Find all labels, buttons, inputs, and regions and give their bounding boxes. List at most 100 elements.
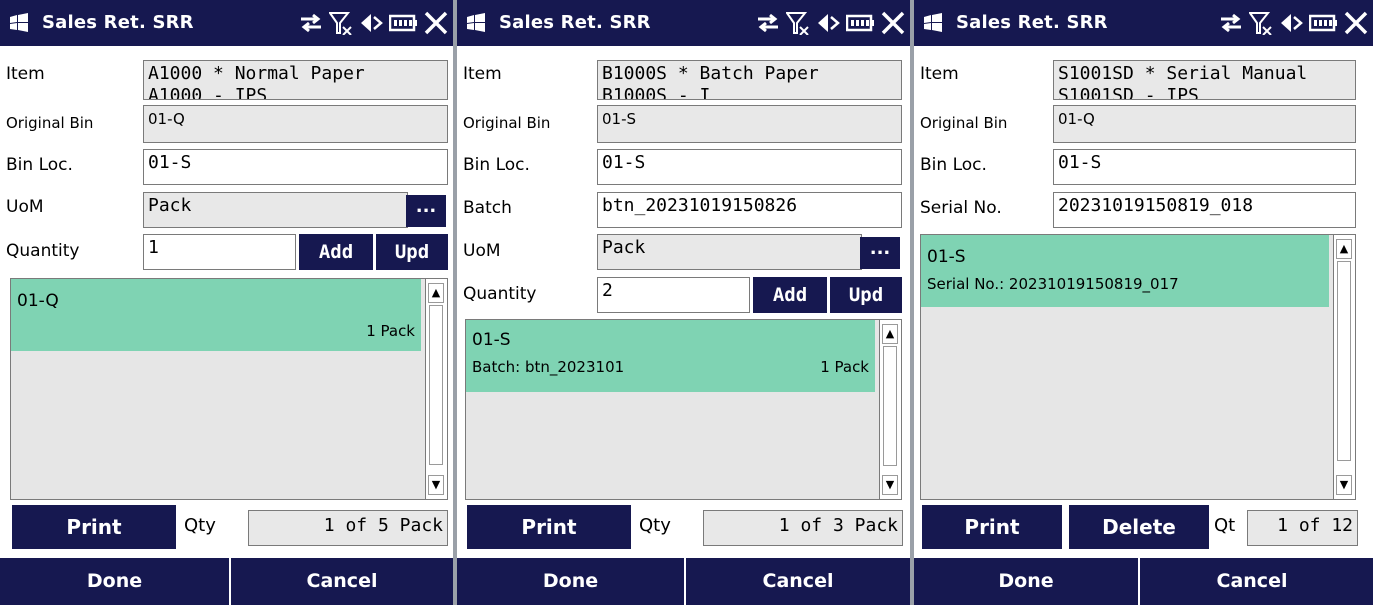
list-item[interactable]: 01-S Batch: btn_2023101 1 Pack xyxy=(466,320,875,392)
uom-label: UoM xyxy=(6,197,44,217)
scroll-thumb[interactable] xyxy=(883,346,897,466)
done-button[interactable]: Done xyxy=(914,558,1138,605)
signal-off-icon[interactable] xyxy=(329,11,353,35)
item-value: A1000 * Normal Paper xyxy=(148,63,365,84)
scroll-up-icon[interactable]: ▲ xyxy=(882,324,898,344)
bin-list[interactable]: 01-S Batch: btn_2023101 1 Pack ▲ ▼ xyxy=(465,319,902,500)
scrollbar[interactable]: ▲ ▼ xyxy=(425,279,447,499)
upd-button[interactable]: Upd xyxy=(376,234,448,270)
scroll-thumb[interactable] xyxy=(1337,261,1351,461)
cancel-button[interactable]: Cancel xyxy=(686,558,910,605)
signal-off-icon[interactable] xyxy=(786,11,810,35)
speaker-icon[interactable] xyxy=(816,11,840,35)
original-bin-field: 01-Q xyxy=(143,105,448,143)
original-bin-label: Original Bin xyxy=(6,114,94,132)
serial-input[interactable]: 20231019150819_018 xyxy=(1053,192,1356,228)
add-button[interactable]: Add xyxy=(299,234,373,270)
serial-label: Serial No. xyxy=(920,198,1002,218)
windows-flag-icon[interactable] xyxy=(922,13,944,33)
bin-loc-input[interactable]: 01-S xyxy=(1053,149,1356,185)
item-value-overflow: A1000 - IPS xyxy=(148,85,268,100)
bottom-bar: Done Cancel xyxy=(457,558,910,605)
item-value-overflow: S1001SD - IPS xyxy=(1058,85,1199,100)
scroll-thumb[interactable] xyxy=(429,305,443,465)
app-title: Sales Ret. SRR xyxy=(499,12,651,33)
close-icon[interactable] xyxy=(880,10,906,36)
scroll-down-icon[interactable]: ▼ xyxy=(882,475,898,495)
item-field: A1000 * Normal Paper A1000 - IPS xyxy=(143,60,448,100)
original-bin-field: 01-Q xyxy=(1053,105,1356,143)
windows-flag-icon[interactable] xyxy=(8,13,30,33)
bin-loc-label: Bin Loc. xyxy=(6,155,73,175)
serial-list[interactable]: 01-S Serial No.: 20231019150819_017 ▲ ▼ xyxy=(920,234,1356,500)
status-icons xyxy=(750,9,906,37)
print-button[interactable]: Print xyxy=(922,505,1062,549)
original-bin-label: Original Bin xyxy=(463,114,551,132)
item-field: S1001SD * Serial Manual S1001SD - IPS xyxy=(1053,60,1356,100)
screen-serial-item: Sales Ret. SRR Item S1001SD * Serial Man… xyxy=(914,0,1373,605)
signal-off-icon[interactable] xyxy=(1249,11,1273,35)
title-bar: Sales Ret. SRR xyxy=(457,0,910,46)
close-icon[interactable] xyxy=(1343,10,1369,36)
scrollbar[interactable]: ▲ ▼ xyxy=(1333,235,1355,499)
app-title: Sales Ret. SRR xyxy=(956,12,1108,33)
list-item-batch: Batch: btn_2023101 xyxy=(472,358,625,376)
list-item[interactable]: 01-Q 1 Pack xyxy=(11,279,421,351)
done-button[interactable]: Done xyxy=(457,558,684,605)
cancel-button[interactable]: Cancel xyxy=(1140,558,1364,605)
title-bar: Sales Ret. SRR xyxy=(914,0,1373,46)
quantity-input[interactable]: 1 xyxy=(143,234,296,270)
speaker-icon[interactable] xyxy=(1279,11,1303,35)
qty-label: Qty xyxy=(184,515,216,536)
uom-label: UoM xyxy=(463,241,501,261)
bin-list[interactable]: 01-Q 1 Pack ▲ ▼ xyxy=(10,278,448,500)
done-button[interactable]: Done xyxy=(0,558,229,605)
battery-icon[interactable] xyxy=(1309,13,1337,33)
windows-flag-icon[interactable] xyxy=(465,13,487,33)
batch-input[interactable]: btn_20231019150826 xyxy=(597,192,902,228)
scrollbar[interactable]: ▲ ▼ xyxy=(879,320,901,499)
item-label: Item xyxy=(920,64,959,84)
list-item[interactable]: 01-S Serial No.: 20231019150819_017 xyxy=(921,235,1329,307)
sync-arrows-icon[interactable] xyxy=(1219,12,1243,34)
list-item-serial: Serial No.: 20231019150819_017 xyxy=(927,275,1179,293)
list-item-bin: 01-Q xyxy=(17,291,59,311)
sync-arrows-icon[interactable] xyxy=(756,12,780,34)
uom-browse-button[interactable]: ... xyxy=(860,237,900,269)
quantity-input[interactable]: 2 xyxy=(597,277,750,313)
uom-field: Pack xyxy=(143,192,408,228)
battery-icon[interactable] xyxy=(389,13,417,33)
batch-label: Batch xyxy=(463,198,512,218)
status-icons xyxy=(1213,9,1369,37)
bottom-bar: Done Cancel xyxy=(0,558,453,605)
list-item-bin: 01-S xyxy=(927,247,966,267)
close-icon[interactable] xyxy=(423,10,449,36)
list-item-qty: 1 Pack xyxy=(820,358,869,376)
cancel-button[interactable]: Cancel xyxy=(231,558,453,605)
list-item-bin: 01-S xyxy=(472,330,511,350)
upd-button[interactable]: Upd xyxy=(830,277,902,313)
sync-arrows-icon[interactable] xyxy=(299,12,323,34)
bin-loc-input[interactable]: 01-S xyxy=(597,149,902,185)
scroll-up-icon[interactable]: ▲ xyxy=(428,283,444,303)
item-value: B1000S * Batch Paper xyxy=(602,63,819,84)
delete-button[interactable]: Delete xyxy=(1069,505,1209,549)
speaker-icon[interactable] xyxy=(359,11,383,35)
qty-summary: 1 of 12 xyxy=(1247,510,1358,546)
add-button[interactable]: Add xyxy=(753,277,827,313)
bin-loc-input[interactable]: 01-S xyxy=(143,149,448,185)
quantity-label: Quantity xyxy=(6,241,80,261)
screen-batch-item: Sales Ret. SRR Item B1000S * Batch Paper… xyxy=(457,0,910,605)
screen-normal-item: Sales Ret. SRR Item A1000 * Normal Paper… xyxy=(0,0,453,605)
battery-icon[interactable] xyxy=(846,13,874,33)
scroll-up-icon[interactable]: ▲ xyxy=(1336,239,1352,259)
list-item-qty: 1 Pack xyxy=(366,322,415,340)
print-button[interactable]: Print xyxy=(12,505,176,549)
item-label: Item xyxy=(463,64,502,84)
scroll-down-icon[interactable]: ▼ xyxy=(1336,475,1352,495)
original-bin-label: Original Bin xyxy=(920,114,1008,132)
print-button[interactable]: Print xyxy=(467,505,631,549)
qty-summary: 1 of 3 Pack xyxy=(703,510,903,546)
scroll-down-icon[interactable]: ▼ xyxy=(428,475,444,495)
uom-browse-button[interactable]: ... xyxy=(406,195,446,227)
